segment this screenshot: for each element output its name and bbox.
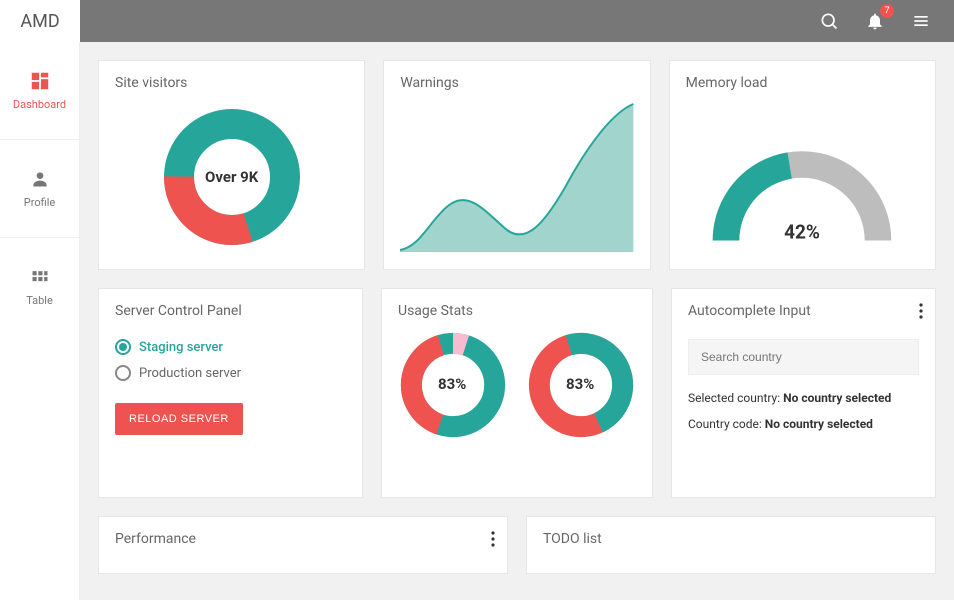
search-icon[interactable]: [818, 10, 840, 32]
memory-gauge: 42%: [707, 133, 897, 253]
search-country-input[interactable]: [688, 339, 919, 375]
sidebar-item-profile[interactable]: Profile: [0, 139, 79, 237]
visitors-center-label: Over 9K: [205, 168, 258, 186]
card-warnings: Warnings: [383, 60, 650, 270]
card-performance: Performance: [98, 516, 508, 574]
sidebar-item-label: Table: [26, 294, 53, 307]
card-site-visitors: Site visitors Over 9K: [98, 60, 365, 270]
selected-country-line: Selected country: No country selected: [688, 391, 919, 405]
sidebar-item-dashboard[interactable]: Dashboard: [0, 42, 79, 139]
table-icon: [29, 266, 51, 288]
sidebar-item-label: Profile: [24, 196, 55, 209]
dashboard-icon: [29, 70, 51, 92]
card-memory-load: Memory load 42%: [669, 60, 936, 270]
country-code-line: Country code: No country selected: [688, 417, 919, 431]
radio-staging[interactable]: Staging server: [115, 339, 346, 355]
card-title: Performance: [115, 531, 491, 547]
card-title: Site visitors: [115, 75, 348, 91]
sidebar: Dashboard Profile Table: [0, 42, 80, 600]
usage-2-label: 83%: [566, 375, 594, 393]
menu-icon[interactable]: [910, 10, 932, 32]
card-server-control: Server Control Panel Staging server Prod…: [98, 288, 363, 498]
card-todo: TODO list: [526, 516, 936, 574]
bell-icon[interactable]: 7: [864, 10, 886, 32]
brand-logo: AMD: [0, 0, 80, 42]
card-autocomplete: Autocomplete Input Selected country: No …: [671, 288, 936, 498]
sidebar-item-label: Dashboard: [13, 98, 66, 111]
card-title: Usage Stats: [398, 303, 636, 319]
card-title: TODO list: [543, 531, 919, 547]
reload-server-button[interactable]: RELOAD SERVER: [115, 403, 243, 435]
radio-label: Staging server: [139, 340, 223, 355]
card-title: Memory load: [686, 75, 919, 91]
card-usage-stats: Usage Stats 83%: [381, 288, 653, 498]
svg-text:42%: 42%: [784, 221, 820, 244]
radio-label: Production server: [139, 366, 241, 381]
radio-production[interactable]: Production server: [115, 365, 346, 381]
card-menu-icon[interactable]: [491, 531, 495, 551]
notification-badge: 7: [880, 4, 894, 18]
sidebar-item-table[interactable]: Table: [0, 237, 79, 335]
topbar: AMD 7: [0, 0, 954, 42]
card-title: Server Control Panel: [115, 303, 346, 319]
person-icon: [29, 168, 51, 190]
card-menu-icon[interactable]: [919, 303, 923, 323]
card-title: Warnings: [400, 75, 633, 91]
radio-icon: [115, 339, 131, 355]
usage-1-label: 83%: [438, 375, 466, 393]
radio-icon: [115, 365, 131, 381]
main-content[interactable]: Site visitors Over 9K Warnings: [80, 42, 954, 600]
card-title: Autocomplete Input: [688, 303, 919, 319]
warnings-area-chart: [400, 102, 633, 252]
